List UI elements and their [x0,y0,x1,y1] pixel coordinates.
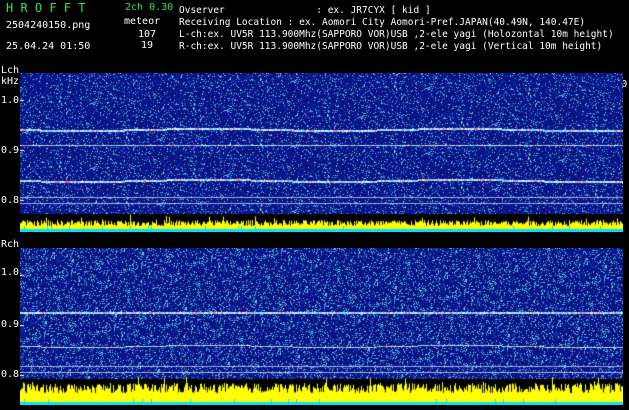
khz-unit-label: kHz [1,76,20,87]
freq-tick-label: 1.0 [1,267,20,278]
rch-spectrogram [20,248,623,405]
rch-info: R-ch:ex. UV5R 113.900Mhz(SAPPORO VOR)USB… [179,41,603,52]
location-info: Receiving Location : ex. Aomori City Aom… [179,17,586,28]
lch-spectrogram [20,73,623,232]
meteor-count-l: 107 [138,29,157,40]
observer-info: Ovserver : ex. JR7CYX [ kid ] [179,5,431,16]
freq-tick-label: 1.0 [1,95,20,106]
version-label: 2ch 0.30 [125,2,174,13]
datetime: 25.04.24 01:50 [6,41,91,52]
lch-info: L-ch:ex. UV5R 113.900Mhz(SAPPORO VOR)USB… [179,29,614,40]
meteor-label: meteor [124,16,161,27]
lch-waterfall-canvas [20,73,623,232]
meteor-count-r: 19 [141,40,154,51]
freq-tick-label: 0.9 [1,319,20,330]
rch-waterfall-canvas [20,248,623,405]
freq-tick-label: 0.9 [1,145,20,156]
rch-label: Rch [1,239,20,250]
freq-tick-label: 0.8 [1,369,20,380]
freq-tick-label: 0.8 [1,195,20,206]
lch-label: Lch [1,65,20,76]
filename: 2504240150.png [6,20,91,31]
app-brand: H R O F F T [6,1,86,15]
